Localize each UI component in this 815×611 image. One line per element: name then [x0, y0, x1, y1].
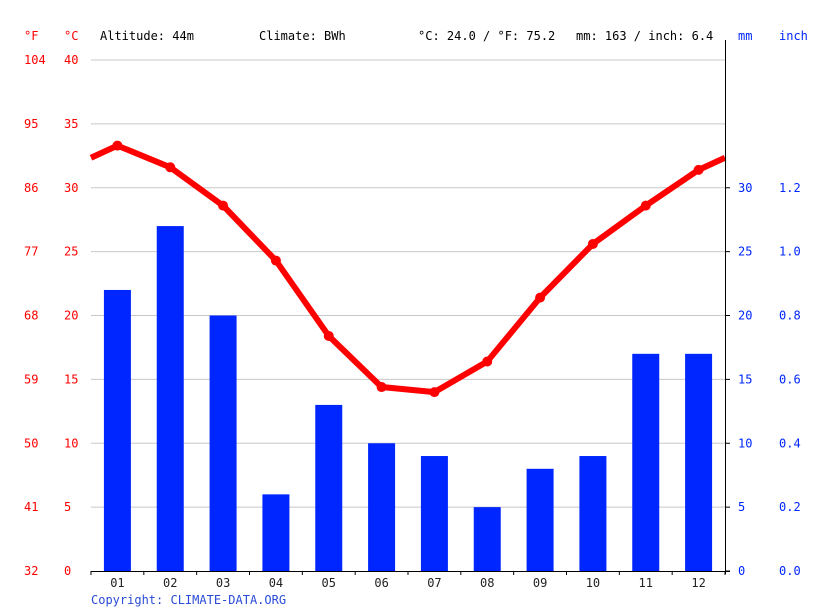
mm-tick-label: 20 — [738, 309, 752, 323]
temperature-point — [535, 292, 546, 303]
precipitation-bar — [209, 315, 237, 571]
fahrenheit-tick-label: 32 — [24, 564, 38, 578]
month-label: 09 — [533, 576, 547, 590]
temperature-point — [270, 255, 281, 266]
month-label: 02 — [163, 576, 177, 590]
mm-tick-label: 0 — [738, 564, 745, 578]
precipitation-summary: mm: 163 / inch: 6.4 — [576, 29, 713, 43]
altitude-label: Altitude: 44m — [100, 29, 194, 43]
fahrenheit-tick-label: 104 — [24, 53, 46, 67]
unit-celsius-label: °C — [64, 29, 78, 43]
mm-tick-label: 30 — [738, 181, 752, 195]
precipitation-bar — [526, 468, 554, 571]
celsius-tick-label: 20 — [64, 309, 78, 323]
temperature-point — [376, 382, 387, 393]
temperature-point — [429, 387, 440, 398]
month-label: 11 — [639, 576, 653, 590]
precipitation-bar — [579, 456, 607, 571]
fahrenheit-tick-label: 41 — [24, 500, 38, 514]
month-label: 10 — [586, 576, 600, 590]
inch-tick-label: 0.6 — [779, 372, 801, 386]
grid-lines — [91, 59, 725, 508]
fahrenheit-tick-label: 77 — [24, 245, 38, 259]
temperature-point — [112, 140, 123, 151]
temperature-point — [165, 162, 176, 173]
precipitation-bar — [262, 494, 290, 571]
fahrenheit-tick-label: 86 — [24, 181, 38, 195]
temperature-line — [89, 140, 727, 398]
celsius-tick-label: 25 — [64, 245, 78, 259]
temperature-line-path — [89, 142, 727, 396]
month-label: 04 — [269, 576, 283, 590]
month-label: 01 — [110, 576, 124, 590]
mm-tick-label: 15 — [738, 372, 752, 386]
unit-mm-label: mm — [738, 29, 752, 43]
temperature-summary: °C: 24.0 / °F: 75.2 — [418, 29, 555, 43]
left-axis-ticks: 104 40 95 35 86 30 77 25 68 20 59 15 50 10 41 5 32 0 — [24, 53, 78, 578]
celsius-tick-label: 40 — [64, 53, 78, 67]
precipitation-bar — [632, 353, 660, 571]
mm-tick-label: 25 — [738, 245, 752, 259]
mm-tick-label: 5 — [738, 500, 745, 514]
fahrenheit-tick-label: 50 — [24, 436, 38, 450]
inch-tick-label: 0.0 — [779, 564, 801, 578]
copyright-link[interactable]: Copyright: CLIMATE-DATA.ORG — [91, 593, 286, 607]
temperature-point — [640, 200, 651, 211]
precipitation-bar — [685, 353, 713, 571]
precipitation-bars — [103, 226, 713, 571]
month-labels: 01 02 03 04 05 06 07 08 09 10 11 12 — [110, 576, 706, 590]
mm-tick-label: 10 — [738, 436, 752, 450]
month-label: 03 — [216, 576, 230, 590]
precipitation-bar — [156, 226, 184, 571]
inch-tick-label: 0.8 — [779, 309, 801, 323]
precipitation-bar — [103, 289, 131, 571]
fahrenheit-tick-label: 59 — [24, 372, 38, 386]
celsius-tick-label: 10 — [64, 436, 78, 450]
celsius-tick-label: 35 — [64, 117, 78, 131]
precipitation-bar — [420, 456, 448, 571]
fahrenheit-tick-label: 68 — [24, 309, 38, 323]
unit-fahrenheit-label: °F — [24, 29, 38, 43]
celsius-tick-label: 5 — [64, 500, 71, 514]
inch-tick-label: 0.4 — [779, 436, 801, 450]
temperature-point — [218, 200, 229, 211]
temperature-point — [482, 356, 493, 367]
unit-inch-label: inch — [779, 29, 808, 43]
inch-tick-label: 0.2 — [779, 500, 801, 514]
temperature-point — [693, 164, 704, 175]
climate-label: Climate: BWh — [259, 29, 346, 43]
climate-chart: °F °C Altitude: 44m Climate: BWh °C: 24.… — [24, 29, 808, 607]
month-label: 05 — [322, 576, 336, 590]
month-label: 06 — [374, 576, 388, 590]
celsius-tick-label: 0 — [64, 564, 71, 578]
month-label: 08 — [480, 576, 494, 590]
precipitation-bar — [473, 507, 501, 571]
precipitation-bar — [315, 404, 343, 571]
inch-tick-label: 1.2 — [779, 181, 801, 195]
inch-tick-label: 1.0 — [779, 245, 801, 259]
celsius-tick-label: 15 — [64, 372, 78, 386]
month-label: 12 — [691, 576, 705, 590]
fahrenheit-tick-label: 95 — [24, 117, 38, 131]
precipitation-bar — [368, 443, 396, 571]
month-label: 07 — [427, 576, 441, 590]
temperature-point — [323, 330, 334, 341]
celsius-tick-label: 30 — [64, 181, 78, 195]
right-axis-ticks: 30 1.2 25 1.0 20 0.8 15 0.6 10 0.4 5 0.2 0 0.0 — [725, 181, 801, 578]
temperature-point — [587, 238, 598, 249]
